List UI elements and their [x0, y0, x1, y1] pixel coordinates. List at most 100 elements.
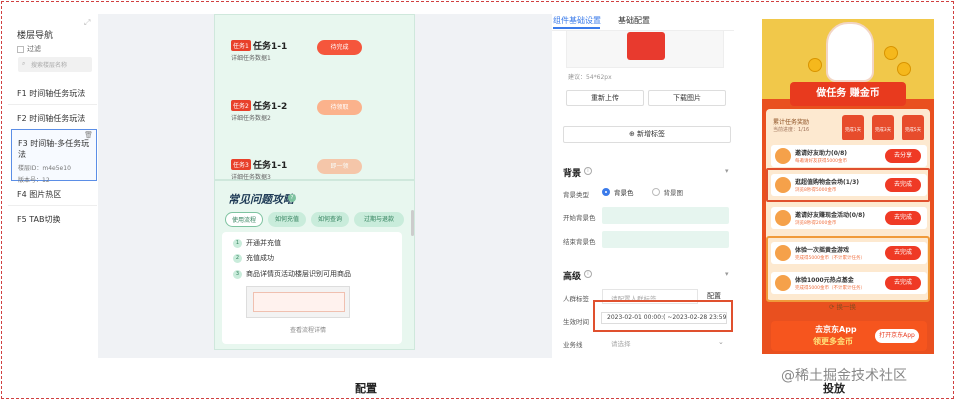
coin-icon [884, 46, 898, 60]
task-item: 任务2 任务1-2 详细任务数据2 待领取 [231, 99, 401, 129]
date-range-picker[interactable]: 2023-02-01 00:00:( ~2023-02-28 23:59: [601, 312, 727, 324]
delete-icon[interactable]: 🗑 [84, 131, 93, 139]
watermark: @稀土掘金技术社区 [781, 368, 907, 384]
faq-step: 1 开通并充值 [233, 238, 281, 248]
red-envelope-image [627, 32, 665, 60]
reward-box-label: 完成3天 [874, 128, 892, 133]
task-subtitle: 浏览8秒得5000金币 [795, 188, 837, 193]
expand-icon[interactable]: ⤢ [84, 18, 90, 28]
task-go-button[interactable]: 去分享 [885, 149, 921, 163]
advanced-section-title: 高级 [563, 272, 582, 282]
task-timeline-card[interactable]: 任务1 任务1-1 详细任务数据1 待完成 任务2 任务1-2 详细任务数据2 … [214, 14, 415, 181]
chevron-down-icon[interactable]: ▾ [725, 167, 729, 175]
faq-tab-recharge[interactable]: 如何充值 [268, 212, 306, 227]
caption-config: 配置 [355, 382, 377, 395]
end-color-field[interactable] [602, 231, 729, 248]
scrollbar[interactable] [411, 210, 414, 236]
business-line-label: 业务线 [563, 341, 583, 349]
task-item: 任务1 任务1-1 详细任务数据1 待完成 [231, 39, 401, 69]
start-color-field[interactable] [602, 207, 729, 224]
reward-box-label: 完成1天 [844, 128, 862, 133]
filter-checkbox[interactable]: 过滤 [17, 44, 41, 54]
effective-time-label: 生效时间 [563, 318, 589, 326]
faq-tab-usage[interactable]: 使用流程 [225, 212, 263, 227]
nav-item-f1[interactable]: F1 时间轴任务玩法 [8, 80, 97, 105]
task-action-button[interactable]: 即一领 [317, 159, 362, 174]
step-number: 1 [233, 238, 242, 248]
download-image-button[interactable]: 下载图片 [648, 90, 726, 106]
faq-step: 3 商品详情页活动楼层识别可用商品 [233, 269, 351, 279]
task-go-button[interactable]: 去完成 [885, 276, 921, 290]
task-title: 体验1000元热点基金 [795, 277, 854, 284]
open-app-button[interactable]: 打开京东App [875, 329, 919, 343]
nav-title: 楼层导航 [17, 31, 54, 41]
task-go-button[interactable]: 去完成 [885, 178, 921, 192]
faq-tab-refund[interactable]: 过期与退款 [354, 212, 404, 227]
preview-task-row: 逛超值购物金会场(1/3) 浏览8秒得5000金币 去完成 [771, 174, 927, 196]
effective-time-highlight: 2023-02-01 00:00:( ~2023-02-28 23:59: [593, 300, 733, 332]
radio-bg-color[interactable] [602, 188, 610, 196]
preview-task-row: 体验一次摇黄金游戏 完成得5000金币（不计累计任务） 去完成 [771, 242, 927, 264]
info-icon: i [584, 167, 592, 175]
step-number: 3 [233, 269, 242, 279]
size-hint: 建议：54*62px [568, 74, 612, 81]
task-icon [775, 210, 791, 226]
task-title: 体验一次摇黄金游戏 [795, 247, 850, 254]
help-icon: ? [288, 194, 296, 202]
nav-item-f2[interactable]: F2 时间轴任务玩法 [8, 105, 97, 130]
step-text: 开通并充值 [246, 239, 281, 247]
preview-banner: 做任务 赚金币 [790, 82, 906, 106]
bg-type-label: 背景类型 [563, 191, 589, 199]
faq-screenshot-inner [253, 292, 345, 312]
task-subtitle: 完成得5000金币（不计累计任务） [795, 256, 865, 261]
business-line-select[interactable]: 请选择 [603, 335, 729, 350]
step-text: 商品详情页活动楼层识别可用商品 [246, 270, 351, 278]
task-name: 任务1-1 [253, 161, 288, 171]
reupload-button[interactable]: 重新上传 [566, 90, 644, 106]
nav-item-f3-active[interactable]: F3 时间轴-多任务玩法 楼层ID：m4e5e10 版本号：12 🗑 [11, 129, 97, 184]
task-name: 任务1-1 [253, 42, 288, 52]
task-go-button[interactable]: 去完成 [885, 211, 921, 225]
task-subtitle: 每邀请好友获得5000金币 [795, 159, 847, 164]
refresh-tasks-link[interactable]: ⟳ 换一换 [829, 301, 856, 311]
radio-bg-color-label: 背景色 [614, 189, 634, 197]
task-action-button[interactable]: 待完成 [317, 40, 362, 55]
open-app-banner[interactable]: 去京东App 领更多金币 打开京东App [771, 321, 927, 351]
search-icon: ⌕ [22, 60, 26, 67]
preview-task-row: 体验1000元热点基金 完成得5000金币（不计累计任务） 去完成 [771, 272, 927, 294]
task-icon [775, 275, 791, 291]
chevron-down-icon[interactable]: ⌄ [718, 338, 724, 346]
active-tab-indicator [553, 27, 600, 29]
radio-bg-image[interactable] [651, 188, 660, 196]
task-desc: 详细任务数据2 [231, 115, 271, 122]
nav-item-f5[interactable]: F5 TAB切换 [8, 206, 97, 231]
reward-title: 累计任务奖励 [773, 119, 810, 126]
faq-tab-query[interactable]: 如何查询 [311, 212, 349, 227]
task-action-button[interactable]: 待领取 [317, 100, 362, 115]
task-desc: 详细任务数据1 [231, 55, 271, 62]
nav-item-f4[interactable]: F4 图片热区 [8, 181, 97, 206]
task-subtitle: 浏览8秒得2000金币 [795, 221, 837, 226]
bg-type-radio-group: 背景色 背景图 [602, 187, 683, 197]
end-color-label: 结束背景色 [563, 238, 596, 246]
faq-detail-link[interactable]: 查看流程详情 [290, 325, 326, 334]
faq-title: 常见问题攻略 [228, 193, 294, 206]
chevron-down-icon[interactable]: ▾ [725, 270, 729, 278]
reward-box-label: 完成5天 [904, 128, 922, 133]
search-placeholder: 搜索楼层名称 [31, 62, 68, 69]
tab-component-settings[interactable]: 组件基础设置 [553, 15, 601, 26]
coin-icon [808, 58, 822, 72]
nav-search-input[interactable]: ⌕ 搜索楼层名称 [18, 57, 92, 72]
background-section-title: 背景 [563, 169, 582, 179]
crowd-tag-label: 人群标签 [563, 295, 589, 303]
task-icon [775, 177, 791, 193]
checkbox-icon[interactable] [17, 45, 24, 53]
task-title: 邀请好友赚现金活动(0/8) [795, 212, 866, 219]
add-tag-button[interactable]: ⊕ 新增标签 [563, 126, 731, 143]
step-text: 充值成功 [246, 254, 274, 262]
tab-basic-config[interactable]: 基础配置 [618, 15, 650, 26]
radio-bg-image-label: 背景图 [663, 189, 684, 197]
task-name: 任务1-2 [253, 102, 288, 112]
task-go-button[interactable]: 去完成 [885, 246, 921, 260]
task-subtitle: 完成得5000金币（不计累计任务） [795, 286, 865, 291]
